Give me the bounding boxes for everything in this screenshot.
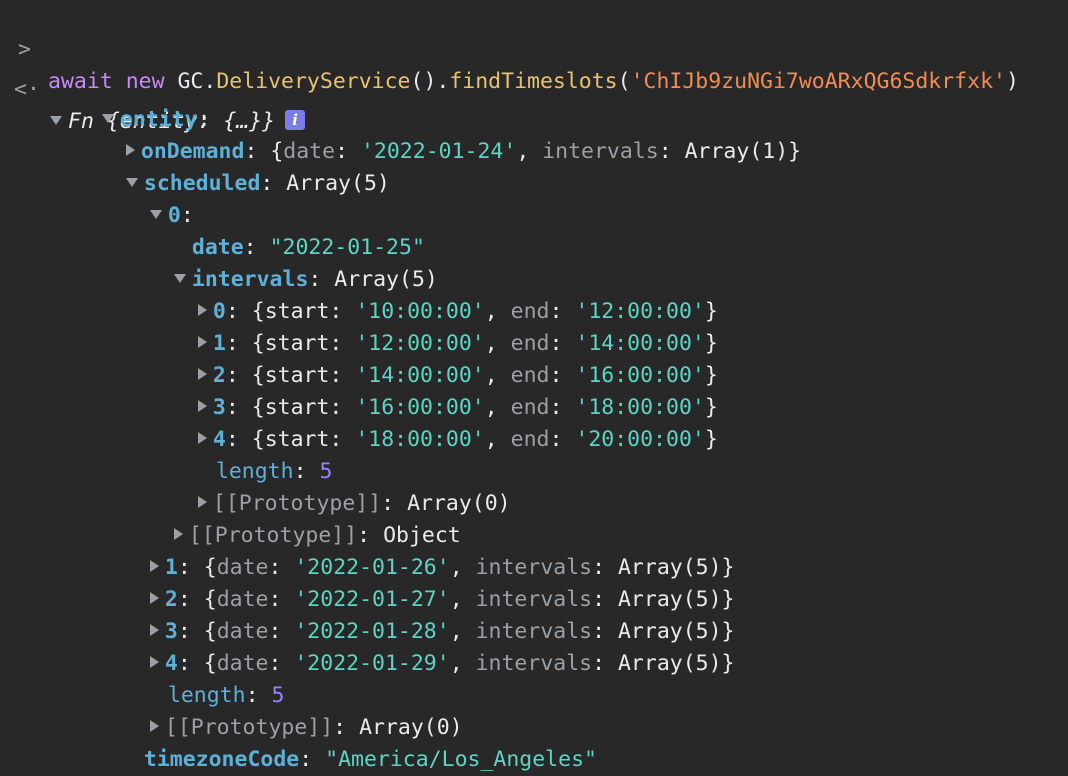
expand-triangle-icon[interactable]	[50, 115, 62, 125]
interval-row[interactable]: 0: {start: '10:00:00', end: '12:00:00'}	[172, 264, 718, 324]
end-value: '20:00:00'	[575, 427, 705, 452]
tree-row-date: date: "2022-01-25"	[191, 235, 425, 260]
tree-row-scheduled[interactable]: scheduled: Array(5)	[100, 136, 390, 196]
preview-value: Array(1)	[684, 139, 789, 164]
console-result-line: <· Fn {entity: {…}} i	[0, 42, 306, 134]
preview-key: intervals	[475, 651, 593, 676]
preview-key: intervals	[542, 139, 659, 164]
open-paren: (	[617, 69, 631, 94]
tree-row-intervals[interactable]: intervals: Array(5)	[148, 232, 438, 292]
start-value: '18:00:00'	[355, 427, 485, 452]
tree-row-timezone: timezoneCode: "America/Los_Angeles"	[143, 747, 597, 772]
date-value: '2022-01-29'	[294, 651, 450, 676]
call-parens: ().	[410, 69, 450, 94]
tree-row-intervals-length: length: 5	[215, 459, 333, 484]
tree-row-scheduled-prototype[interactable]: [[Prototype]]: Array(0)	[124, 680, 463, 740]
class-name: DeliveryService	[216, 69, 411, 94]
tree-row-entity[interactable]: entity:	[76, 72, 211, 132]
tree-row-scheduled-0[interactable]: 0:	[124, 168, 194, 228]
expand-triangle-icon[interactable]	[149, 209, 162, 219]
tree-row-scheduled-item[interactable]: 4: {date: '2022-01-29', intervals: Array…	[124, 616, 735, 676]
intervals-preview: Array(5)	[617, 651, 722, 676]
tree-row-ondemand[interactable]: onDemand: {date: '2022-01-24', intervals…	[100, 104, 801, 164]
close-paren: )	[1005, 69, 1019, 94]
interval-row[interactable]: 1: {start: '12:00:00', end: '14:00:00'}	[172, 296, 718, 356]
property-key: timezoneCode	[143, 747, 300, 772]
tree-row-scheduled-item[interactable]: 1: {date: '2022-01-26', intervals: Array…	[124, 520, 735, 580]
tree-row-item0-prototype[interactable]: [[Prototype]]: Object	[148, 488, 461, 548]
method-name: findTimeslots	[449, 69, 618, 94]
preview-key: end	[510, 427, 550, 452]
tree-row-scheduled-item[interactable]: 2: {date: '2022-01-27', intervals: Array…	[124, 552, 735, 612]
argument-string: 'ChIJb9zuNGi7woARxQG6Sdkrfxk'	[630, 69, 1006, 94]
tree-row-scheduled-item[interactable]: 3: {date: '2022-01-28', intervals: Array…	[124, 584, 735, 644]
interval-row[interactable]: 4: {start: '18:00:00', end: '20:00:00'}	[172, 392, 718, 452]
interval-row[interactable]: 3: {start: '16:00:00', end: '18:00:00'}	[172, 360, 718, 420]
array-preview: Array(5)	[286, 171, 390, 196]
console-input-line: > await new GC.DeliveryService().findTim…	[0, 2, 1019, 94]
string-value: "America/Los_Angeles"	[325, 747, 597, 772]
tree-row-scheduled-length: length: 5	[167, 683, 285, 708]
interval-row[interactable]: 2: {start: '14:00:00', end: '16:00:00'}	[172, 328, 718, 388]
tree-row-intervals-prototype[interactable]: [[Prototype]]: Array(0)	[172, 456, 511, 516]
result-arrow-icon: <·	[14, 77, 40, 102]
